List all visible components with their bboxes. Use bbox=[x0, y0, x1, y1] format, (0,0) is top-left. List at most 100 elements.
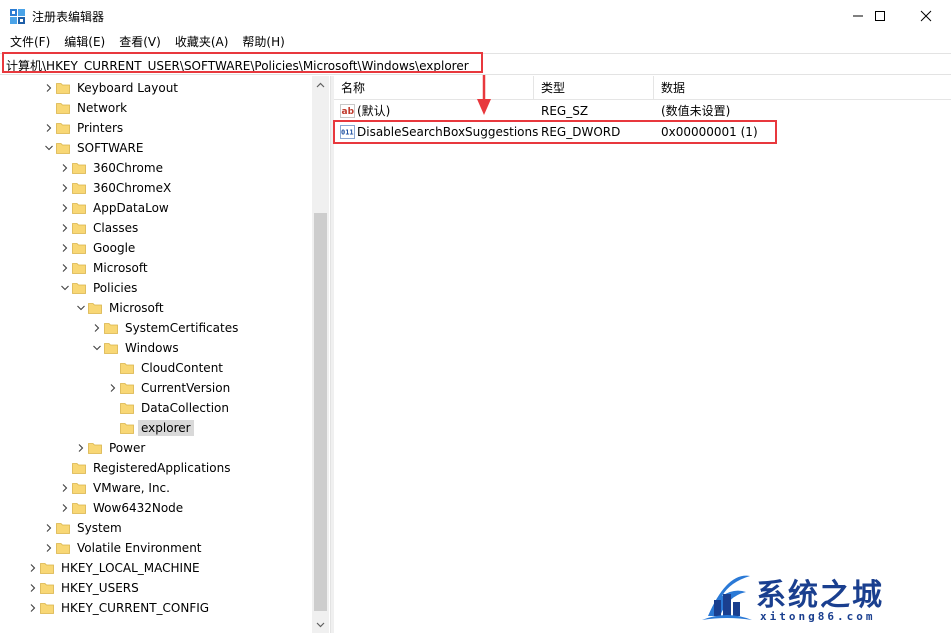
tree-node-label[interactable]: SOFTWARE bbox=[74, 140, 146, 156]
tree-node[interactable]: HKEY_USERS bbox=[0, 578, 312, 598]
folder-icon bbox=[120, 423, 134, 434]
tree-node-label[interactable]: VMware, Inc. bbox=[90, 480, 173, 496]
close-button[interactable] bbox=[903, 0, 949, 32]
chevron-down-icon[interactable] bbox=[92, 343, 102, 353]
folder-icon bbox=[72, 203, 86, 214]
menu-help[interactable]: 帮助(H) bbox=[236, 32, 290, 52]
chevron-right-icon[interactable] bbox=[60, 223, 70, 233]
chevron-right-icon[interactable] bbox=[28, 563, 38, 573]
tree-node-label[interactable]: Wow6432Node bbox=[90, 500, 186, 516]
tree-node[interactable]: RegisteredApplications bbox=[0, 458, 312, 478]
tree-node[interactable]: Classes bbox=[0, 218, 312, 238]
tree-node-label[interactable]: explorer bbox=[138, 420, 194, 436]
menu-favorites[interactable]: 收藏夹(A) bbox=[169, 32, 235, 52]
tree-node-label[interactable]: Volatile Environment bbox=[74, 540, 205, 556]
tree-node-label[interactable]: RegisteredApplications bbox=[90, 460, 233, 476]
chevron-right-icon[interactable] bbox=[60, 243, 70, 253]
tree-node[interactable]: HKEY_LOCAL_MACHINE bbox=[0, 558, 312, 578]
tree-node-label[interactable]: HKEY_CURRENT_CONFIG bbox=[58, 600, 212, 616]
tree-node-label[interactable]: HKEY_USERS bbox=[58, 580, 142, 596]
tree-node[interactable]: Network bbox=[0, 98, 312, 118]
chevron-right-icon[interactable] bbox=[76, 443, 86, 453]
tree-node[interactable]: HKEY_CURRENT_CONFIG bbox=[0, 598, 312, 618]
tree-node[interactable]: Wow6432Node bbox=[0, 498, 312, 518]
tree-node[interactable]: Keyboard Layout bbox=[0, 78, 312, 98]
list-row-default[interactable]: ab (默认) REG_SZ (数值未设置) bbox=[334, 101, 951, 121]
chevron-right-icon[interactable] bbox=[44, 543, 54, 553]
tree-node[interactable]: Volatile Environment bbox=[0, 538, 312, 558]
tree-node-label[interactable]: Google bbox=[90, 240, 138, 256]
tree-node-label[interactable]: Windows bbox=[122, 340, 182, 356]
regedit-app-icon bbox=[10, 9, 25, 24]
tree-node[interactable]: Google bbox=[0, 238, 312, 258]
scroll-thumb[interactable] bbox=[314, 213, 327, 611]
tree-node[interactable]: Policies bbox=[0, 278, 312, 298]
tree-node-label[interactable]: DataCollection bbox=[138, 400, 232, 416]
tree-pane[interactable]: Keyboard Layout Network Printers SOFTWARE 36… bbox=[0, 76, 330, 633]
tree-node-label[interactable]: Keyboard Layout bbox=[74, 80, 181, 96]
tree-node[interactable]: DataCollection bbox=[0, 398, 312, 418]
tree-node-label[interactable]: Policies bbox=[90, 280, 140, 296]
tree-node[interactable]: Windows bbox=[0, 338, 312, 358]
tree-node-label[interactable]: Network bbox=[74, 100, 130, 116]
chevron-right-icon[interactable] bbox=[60, 163, 70, 173]
chevron-down-icon[interactable] bbox=[60, 283, 70, 293]
chevron-right-icon[interactable] bbox=[60, 183, 70, 193]
tree-node-label[interactable]: Microsoft bbox=[106, 300, 167, 316]
chevron-right-icon[interactable] bbox=[44, 523, 54, 533]
chevron-right-icon[interactable] bbox=[60, 203, 70, 213]
tree-node[interactable]: SOFTWARE bbox=[0, 138, 312, 158]
tree-node-label[interactable]: 360ChromeX bbox=[90, 180, 174, 196]
tree-vertical-scrollbar[interactable] bbox=[312, 76, 329, 633]
column-header-data[interactable]: 数据 bbox=[654, 76, 951, 100]
chevron-down-icon[interactable] bbox=[76, 303, 86, 313]
chevron-down-icon[interactable] bbox=[44, 143, 54, 153]
chevron-right-icon[interactable] bbox=[44, 123, 54, 133]
scroll-up-button[interactable] bbox=[312, 76, 329, 93]
tree-node-label[interactable]: Printers bbox=[74, 120, 126, 136]
chevron-right-icon[interactable] bbox=[60, 263, 70, 273]
tree-node-label[interactable]: Power bbox=[106, 440, 148, 456]
tree-node[interactable]: Printers bbox=[0, 118, 312, 138]
folder-icon bbox=[72, 223, 86, 234]
chevron-right-icon[interactable] bbox=[92, 323, 102, 333]
tree-node-label[interactable]: 360Chrome bbox=[90, 160, 166, 176]
tree-node[interactable]: Microsoft bbox=[0, 258, 312, 278]
folder-icon bbox=[56, 123, 70, 134]
tree-node[interactable]: Power bbox=[0, 438, 312, 458]
tree-node[interactable]: explorer bbox=[0, 418, 312, 438]
tree-node[interactable]: System bbox=[0, 518, 312, 538]
tree-node-label[interactable]: HKEY_LOCAL_MACHINE bbox=[58, 560, 203, 576]
chevron-right-icon[interactable] bbox=[28, 583, 38, 593]
tree-node-label[interactable]: System bbox=[74, 520, 125, 536]
values-list-pane[interactable]: 名称 类型 数据 ab (默认) REG_SZ (数值未设置) 011 Disa… bbox=[334, 76, 951, 633]
chevron-right-icon[interactable] bbox=[28, 603, 38, 613]
tree-node[interactable]: VMware, Inc. bbox=[0, 478, 312, 498]
chevron-right-icon[interactable] bbox=[60, 483, 70, 493]
column-header-type[interactable]: 类型 bbox=[534, 76, 654, 100]
menu-view[interactable]: 查看(V) bbox=[113, 32, 167, 52]
chevron-right-icon[interactable] bbox=[108, 383, 118, 393]
tree-node[interactable]: CurrentVersion bbox=[0, 378, 312, 398]
folder-icon bbox=[56, 523, 70, 534]
menu-file[interactable]: 文件(F) bbox=[4, 32, 56, 52]
tree-node[interactable]: SystemCertificates bbox=[0, 318, 312, 338]
tree-node[interactable]: CloudContent bbox=[0, 358, 312, 378]
folder-icon bbox=[40, 603, 54, 614]
tree-node-label[interactable]: SystemCertificates bbox=[122, 320, 241, 336]
column-header-name[interactable]: 名称 bbox=[334, 76, 534, 100]
chevron-right-icon[interactable] bbox=[60, 503, 70, 513]
tree-node-label[interactable]: CloudContent bbox=[138, 360, 226, 376]
scroll-down-button[interactable] bbox=[312, 616, 329, 633]
tree-node[interactable]: AppDataLow bbox=[0, 198, 312, 218]
tree-node-label[interactable]: CurrentVersion bbox=[138, 380, 233, 396]
menu-edit[interactable]: 编辑(E) bbox=[58, 32, 111, 52]
tree-node-label[interactable]: Microsoft bbox=[90, 260, 151, 276]
chevron-right-icon[interactable] bbox=[44, 83, 54, 93]
tree-node[interactable]: 360ChromeX bbox=[0, 178, 312, 198]
tree-node-label[interactable]: Classes bbox=[90, 220, 141, 236]
tree-node-label[interactable]: AppDataLow bbox=[90, 200, 172, 216]
maximize-button[interactable] bbox=[857, 0, 903, 32]
tree-node[interactable]: Microsoft bbox=[0, 298, 312, 318]
tree-node[interactable]: 360Chrome bbox=[0, 158, 312, 178]
